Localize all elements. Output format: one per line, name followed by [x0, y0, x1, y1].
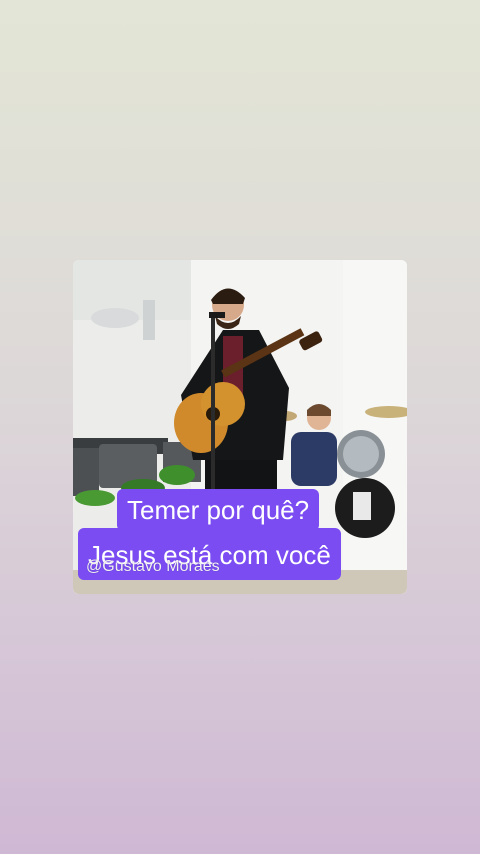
video-frame[interactable] [73, 260, 407, 594]
video-scene [73, 260, 407, 594]
